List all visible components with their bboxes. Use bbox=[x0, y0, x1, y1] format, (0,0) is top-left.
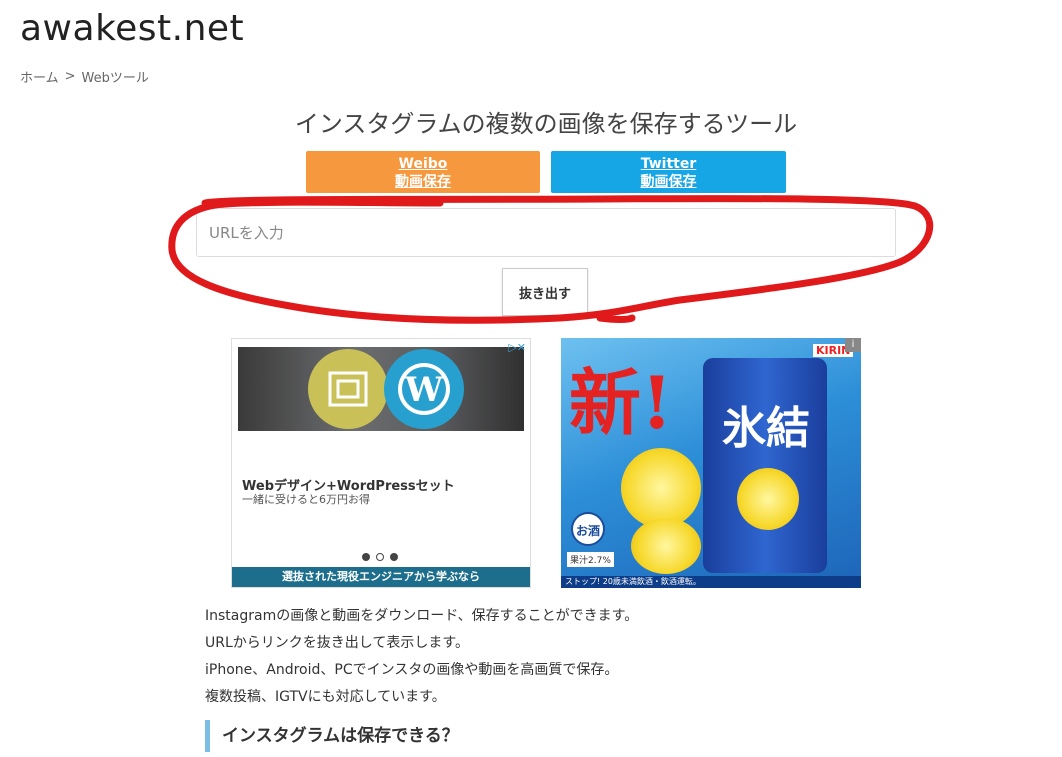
alcohol-badge: お酒 bbox=[571, 512, 605, 546]
lemon-slice-icon bbox=[631, 518, 701, 574]
ad-info-icon[interactable]: i bbox=[845, 338, 861, 352]
ad-banner[interactable]: 選抜された現役エンジニアから学ぶなら bbox=[232, 567, 530, 587]
extract-button[interactable]: 抜き出す bbox=[502, 268, 588, 316]
description-line: Instagramの画像と動画をダウンロード、保存することができます。 bbox=[205, 608, 639, 624]
description: Instagramの画像と動画をダウンロード、保存することができます。 URLか… bbox=[205, 603, 638, 711]
site-title[interactable]: awakest.net bbox=[20, 8, 244, 49]
carousel-dot[interactable] bbox=[376, 553, 384, 561]
carousel-dot[interactable] bbox=[362, 553, 370, 561]
breadcrumb-home[interactable]: ホーム bbox=[20, 67, 59, 86]
breadcrumb: ホーム > Webツール bbox=[20, 67, 149, 86]
url-input[interactable] bbox=[196, 208, 896, 257]
weibo-video-save-button[interactable]: Weibo 動画保存 bbox=[306, 151, 540, 193]
twitter-video-save-button[interactable]: Twitter 動画保存 bbox=[551, 151, 786, 193]
twitter-button-label: 動画保存 bbox=[640, 174, 697, 190]
product-name: 氷結 bbox=[722, 403, 810, 454]
description-line: iPhone、Android、PCでインスタの画像や動画を高画質で保存。 bbox=[205, 662, 619, 678]
ad-subtitle: 一緒に受けると6万円お得 bbox=[242, 493, 370, 506]
weibo-button-name: Weibo bbox=[398, 156, 448, 172]
section-heading: インスタグラムは保存できる？ bbox=[205, 720, 459, 752]
lemon-slice-icon bbox=[621, 448, 701, 528]
breadcrumb-current[interactable]: Webツール bbox=[82, 67, 149, 86]
ad-web-design-course[interactable]: W ▷✕ Webデザイン+WordPressセット 一緒に受けると6万円お得 選… bbox=[231, 338, 531, 588]
juice-percentage: 果汁2.7% bbox=[567, 552, 614, 567]
ad-headline: 新! bbox=[569, 360, 673, 445]
description-line: 複数投稿、IGTVにも対応しています。 bbox=[205, 689, 446, 705]
svg-text:W: W bbox=[404, 370, 444, 410]
page-title: インスタグラムの複数の画像を保存するツール bbox=[294, 110, 798, 138]
lemon-icon bbox=[737, 468, 799, 530]
wordpress-logo-icon: W bbox=[384, 349, 464, 429]
carousel-dots[interactable] bbox=[362, 553, 398, 561]
ad-photo: W bbox=[238, 347, 524, 431]
ad-warning-footer: ストップ! 20歳未満飲酒・飲酒運転。 bbox=[561, 576, 861, 588]
can-image bbox=[703, 358, 827, 573]
ad-kirin-hyoketsu[interactable]: 新! 氷結 KIRIN i お酒 果汁2.7% ストップ! 20歳未満飲酒・飲酒… bbox=[561, 338, 861, 588]
carousel-dot[interactable] bbox=[390, 553, 398, 561]
weibo-button-label: 動画保存 bbox=[395, 174, 451, 190]
twitter-button-name: Twitter bbox=[640, 156, 697, 172]
frame-logo-icon bbox=[308, 349, 388, 429]
adchoices-icon[interactable]: ▷✕ bbox=[508, 341, 526, 354]
breadcrumb-separator: > bbox=[64, 69, 76, 84]
description-line: URLからリンクを抜き出して表示します。 bbox=[205, 635, 469, 651]
